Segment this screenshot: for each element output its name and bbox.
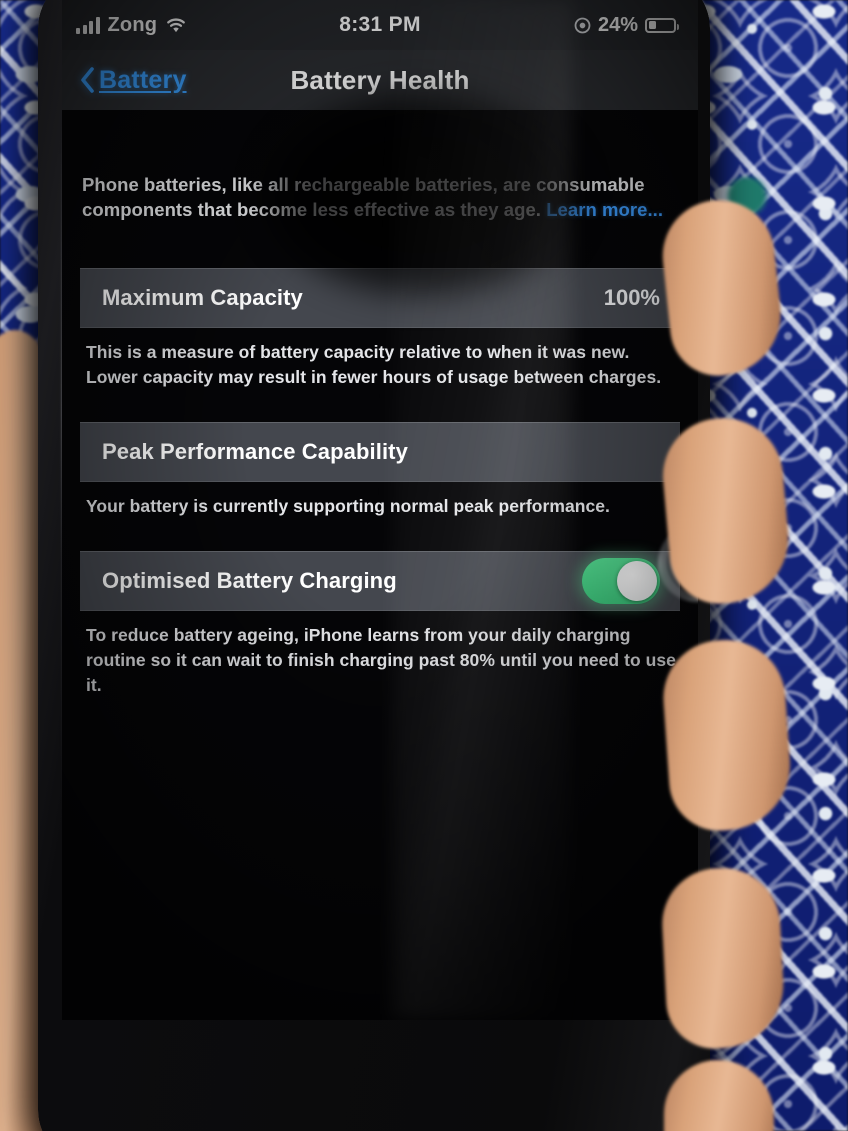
signal-bars-icon: [76, 16, 100, 34]
alarm-icon: [574, 17, 591, 33]
phone-screen: Zong 8:31 PM 24% Battery Battery Health …: [62, 0, 698, 1020]
maximum-capacity-value: 100%: [603, 285, 660, 311]
toggle-knob: [617, 560, 657, 601]
carrier-label: Zong: [107, 13, 158, 36]
chevron-left-icon: [81, 67, 94, 93]
maximum-capacity-label: Maximum Capacity: [102, 285, 303, 311]
optimised-battery-charging-toggle[interactable]: [582, 557, 660, 604]
status-bar: Zong 8:31 PM 24%: [62, 0, 698, 50]
optimised-battery-charging-label: Optimised Battery Charging: [102, 567, 397, 593]
peak-performance-caption: Your battery is currently supporting nor…: [86, 496, 610, 516]
peak-performance-row[interactable]: Peak Performance Capability: [80, 422, 680, 482]
learn-more-link[interactable]: Learn more...: [546, 199, 663, 220]
maximum-capacity-row[interactable]: Maximum Capacity 100%: [80, 268, 680, 329]
optimised-battery-charging-row[interactable]: Optimised Battery Charging: [80, 550, 680, 611]
fabric-teal-motif: [722, 672, 762, 706]
fabric-teal-motif: [724, 176, 770, 216]
wifi-icon: [167, 17, 186, 32]
back-button[interactable]: Battery: [80, 66, 187, 95]
intro-text: Phone batteries, like all rechargeable b…: [62, 172, 698, 222]
maximum-capacity-caption: This is a measure of battery capacity re…: [86, 342, 662, 388]
optimised-battery-charging-caption: To reduce battery ageing, iPhone learns …: [86, 624, 676, 695]
settings-content: Phone batteries, like all rechargeable b…: [62, 110, 698, 1020]
photo-of-phone-screen: Zong 8:31 PM 24% Battery Battery Health …: [0, 0, 848, 1131]
battery-percent-label: 24%: [597, 13, 638, 36]
navigation-bar: Battery Battery Health: [62, 50, 698, 110]
battery-icon: [645, 17, 679, 33]
back-button-label: Battery: [99, 65, 187, 94]
peak-performance-label: Peak Performance Capability: [102, 439, 408, 464]
